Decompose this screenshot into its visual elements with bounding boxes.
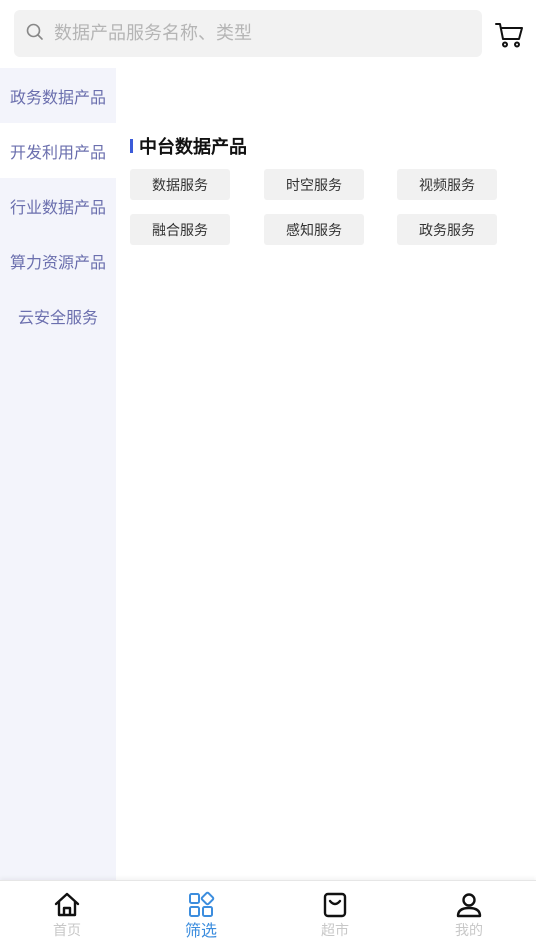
- tag-video-service[interactable]: 视频服务: [397, 169, 497, 200]
- tag-label: 时空服务: [286, 177, 342, 194]
- home-icon: [53, 891, 81, 923]
- sidebar-item-cloud-security[interactable]: 云安全服务: [0, 288, 116, 343]
- sidebar-item-label: 云安全服务: [17, 307, 98, 327]
- nav-profile[interactable]: 我的: [402, 881, 536, 944]
- sidebar-item-label: 算力资源产品: [9, 252, 106, 272]
- bottom-nav: 首页 筛选 超市 我的: [0, 880, 536, 944]
- section-title: 中台数据产品: [130, 133, 247, 159]
- nav-label: 我的: [455, 923, 483, 939]
- cart-icon[interactable]: [494, 19, 524, 49]
- tag-label: 感知服务: [286, 222, 342, 239]
- tag-sensing-service[interactable]: 感知服务: [264, 214, 364, 245]
- tag-gov-service[interactable]: 政务服务: [397, 214, 497, 245]
- tag-spatiotemporal-service[interactable]: 时空服务: [264, 169, 364, 200]
- sidebar-item-label: 行业数据产品: [9, 197, 106, 217]
- tag-label: 融合服务: [152, 222, 208, 239]
- sidebar-item-dev-utilization[interactable]: 开发利用产品: [0, 123, 116, 178]
- nav-label: 首页: [53, 923, 81, 939]
- sidebar-item-label: 政务数据产品: [9, 87, 106, 107]
- search-bar[interactable]: [14, 10, 482, 57]
- tag-label: 视频服务: [419, 177, 475, 194]
- nav-filter[interactable]: 筛选: [134, 881, 268, 944]
- tag-label: 数据服务: [152, 177, 208, 194]
- category-sidebar: 政务数据产品 开发利用产品 行业数据产品 算力资源产品 云安全服务: [0, 68, 116, 880]
- title-accent-bar: [130, 139, 133, 153]
- search-icon: [26, 23, 44, 45]
- nav-home[interactable]: 首页: [0, 881, 134, 944]
- nav-market[interactable]: 超市: [268, 881, 402, 944]
- sidebar-item-gov-data[interactable]: 政务数据产品: [0, 68, 116, 123]
- section-title-text: 中台数据产品: [139, 137, 247, 158]
- tag-label: 政务服务: [419, 222, 475, 239]
- sidebar-item-compute-resource[interactable]: 算力资源产品: [0, 233, 116, 288]
- grid-icon: [187, 891, 215, 923]
- bag-icon: [321, 891, 349, 923]
- tag-fusion-service[interactable]: 融合服务: [130, 214, 230, 245]
- nav-label: 超市: [321, 923, 349, 939]
- page: 政务数据产品 开发利用产品 行业数据产品 算力资源产品 云安全服务 中台数据产品…: [0, 0, 536, 944]
- tag-data-service[interactable]: 数据服务: [130, 169, 230, 200]
- sidebar-item-industry-data[interactable]: 行业数据产品: [0, 178, 116, 233]
- nav-label: 筛选: [184, 921, 217, 940]
- user-icon: [455, 891, 483, 923]
- sidebar-item-label: 开发利用产品: [9, 142, 106, 162]
- search-input[interactable]: [54, 23, 454, 44]
